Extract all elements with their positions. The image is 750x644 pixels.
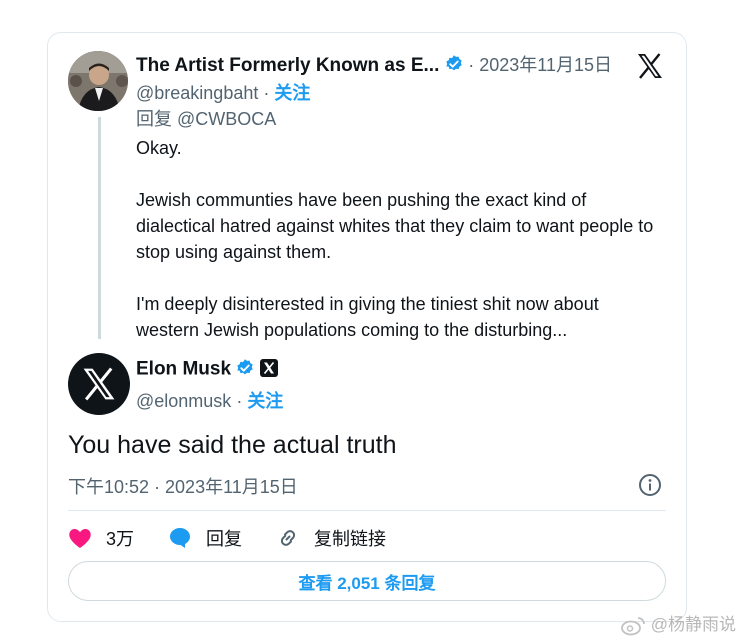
- info-icon[interactable]: [638, 473, 662, 502]
- divider: [68, 510, 666, 511]
- main-handle-row: @elonmusk · 关注: [136, 387, 283, 413]
- parent-paragraph: I'm deeply disinterested in giving the t…: [136, 294, 599, 340]
- separator-dot: ·: [258, 83, 275, 103]
- reply-button[interactable]: 回复: [168, 525, 242, 551]
- like-button[interactable]: 3万: [68, 525, 134, 551]
- main-tweet-text: You have said the actual truth: [68, 431, 397, 459]
- parent-paragraph: Jewish communties have been pushing the …: [136, 190, 654, 262]
- link-icon: [280, 530, 296, 546]
- x-affiliation-badge-icon: [259, 359, 278, 382]
- watermark-text: @杨静雨说: [650, 615, 736, 635]
- copy-link-label: 复制链接: [314, 529, 387, 549]
- x-logo-icon[interactable]: [636, 53, 664, 84]
- avatar-elonmusk[interactable]: [68, 353, 130, 415]
- separator-dot: ·: [231, 391, 248, 411]
- copy-link-button[interactable]: 复制链接: [276, 525, 386, 551]
- parent-reply-to: 回复 @CWBOCA: [136, 109, 277, 129]
- heart-icon: [69, 529, 91, 548]
- main-header: Elon Musk: [136, 358, 278, 383]
- parent-header: The Artist Formerly Known as E... · 2023…: [136, 51, 656, 79]
- parent-handle-row: @breakingbaht · 关注: [136, 79, 310, 105]
- reply-bubble-icon: [170, 528, 191, 548]
- verified-badge-icon: [235, 358, 255, 383]
- reply-label: 回复: [206, 529, 243, 549]
- parent-handle[interactable]: @breakingbaht: [136, 83, 258, 103]
- weibo-icon: [621, 617, 645, 636]
- avatar-breakingbaht[interactable]: [68, 51, 128, 111]
- action-bar: 3万 回复 复制链接: [68, 523, 420, 553]
- parent-follow-button[interactable]: 关注: [274, 83, 310, 103]
- main-follow-button[interactable]: 关注: [247, 391, 283, 411]
- like-count: 3万: [106, 529, 135, 549]
- main-timestamp[interactable]: 下午10:52 · 2023年11月15日: [68, 473, 298, 499]
- verified-badge-icon: [444, 54, 464, 79]
- view-replies-button[interactable]: 查看 2,051 条回复: [68, 561, 666, 601]
- parent-author-name[interactable]: The Artist Formerly Known as E...: [136, 55, 439, 76]
- thread-connector-line: [98, 117, 101, 339]
- main-author-name[interactable]: Elon Musk: [136, 359, 231, 380]
- embedded-tweet-card: The Artist Formerly Known as E... · 2023…: [47, 32, 687, 622]
- main-handle[interactable]: @elonmusk: [136, 391, 231, 411]
- parent-tweet-text: Okay. Jewish communties have been pushin…: [136, 135, 666, 369]
- parent-date[interactable]: · 2023年11月15日: [468, 55, 612, 75]
- weibo-watermark: @杨静雨说: [620, 610, 736, 636]
- parent-paragraph: Okay.: [136, 138, 182, 158]
